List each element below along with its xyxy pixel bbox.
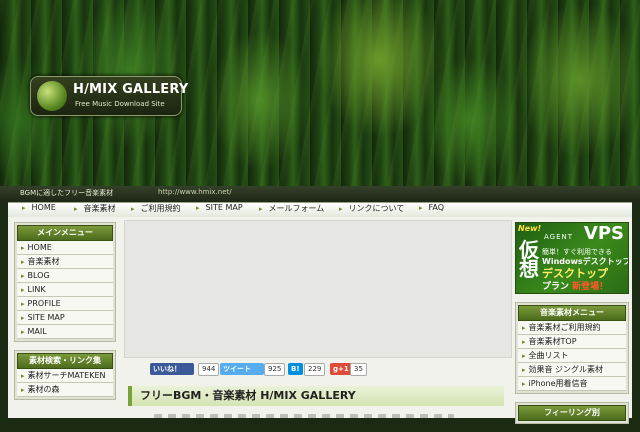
tweet-button[interactable]: ツイート — [220, 363, 264, 375]
menu-item-sound-effects[interactable]: 効果音 ジングル素材 — [518, 363, 626, 377]
logo-title: H/MIX GALLERY — [73, 82, 189, 97]
nav-faq[interactable]: FAQ — [419, 203, 445, 212]
banner-product: VPS — [583, 223, 624, 244]
gplus-count: 35 — [350, 363, 367, 376]
site-tagline: BGMに適したフリー音楽素材 — [20, 189, 114, 197]
banner-brand: AGENT — [544, 233, 574, 241]
menu-item-profile[interactable]: PROFILE — [17, 297, 113, 311]
menu-item-music[interactable]: 音楽素材 — [17, 255, 113, 269]
music-menu-box: 音楽素材メニュー 音楽素材ご利用規約 音楽素材TOP 全曲リスト 効果音 ジング… — [515, 302, 629, 394]
menu-item-mateken[interactable]: 素材サーチMATEKEN — [17, 369, 113, 383]
menu-item-sozai-mori[interactable]: 素材の森 — [17, 383, 113, 397]
menu-item-music-terms[interactable]: 音楽素材ご利用規約 — [518, 321, 626, 335]
search-links-box: 素材検索・リンク集 素材サーチMATEKEN 素材の森 — [14, 350, 116, 400]
facebook-like-count: 944 — [198, 363, 220, 376]
site-logo[interactable]: H/MIX GALLERY Free Music Download Site — [30, 76, 188, 116]
nav-link-policy[interactable]: リンクについて — [339, 203, 405, 214]
content-text-cutoff — [154, 414, 454, 418]
logo-subtitle: Free Music Download Site — [75, 100, 165, 108]
facebook-like-button[interactable]: いいね！ — [150, 363, 194, 375]
feeling-box: フィーリング別 — [515, 402, 629, 424]
hatena-count: 229 — [304, 363, 326, 376]
tweet-count: 925 — [264, 363, 286, 376]
gplus-button[interactable]: g+1 — [330, 363, 352, 375]
menu-item-link[interactable]: LINK — [17, 283, 113, 297]
nav-mailform[interactable]: メールフォーム — [259, 203, 325, 214]
menu-item-all-songs[interactable]: 全曲リスト — [518, 349, 626, 363]
main-menu-box: メインメニュー HOME 音楽素材 BLOG LINK PROFILE SITE… — [14, 222, 116, 342]
menu-item-blog[interactable]: BLOG — [17, 269, 113, 283]
hatena-bookmark-button[interactable]: B! — [288, 363, 303, 375]
main-content: いいね！ 944 ツイート 925 B! 229 g+1 35 フリーBGM・音… — [124, 220, 512, 418]
menu-item-sitemap[interactable]: SITE MAP — [17, 311, 113, 325]
nav-music[interactable]: 音楽素材 — [74, 203, 116, 214]
search-links-title: 素材検索・リンク集 — [17, 353, 113, 369]
nav-sitemap[interactable]: SITE MAP — [196, 203, 243, 212]
music-menu-title: 音楽素材メニュー — [518, 305, 626, 321]
left-sidebar: メインメニュー HOME 音楽素材 BLOG LINK PROFILE SITE… — [14, 222, 116, 408]
page-title: フリーBGM・音楽素材 H/MIX GALLERY — [128, 386, 504, 406]
menu-item-music-top[interactable]: 音楽素材TOP — [518, 335, 626, 349]
banner-line4-plan: プラン — [542, 282, 573, 292]
nav-home[interactable]: HOME — [22, 203, 56, 212]
main-menu-title: メインメニュー — [17, 225, 113, 241]
right-sidebar: New! AGENT VPS 仮想 簡単！すぐ利用できる Windowsデスクト… — [515, 222, 629, 432]
site-url[interactable]: http://www.hmix.net/ — [158, 188, 232, 196]
nav-terms[interactable]: ご利用規約 — [131, 203, 181, 214]
feeling-title: フィーリング別 — [518, 405, 626, 421]
banner-new-label: New! — [518, 224, 542, 233]
globe-icon — [37, 81, 67, 111]
banner-line4-new: 新登場！ — [572, 282, 609, 292]
agent-vps-banner[interactable]: New! AGENT VPS 仮想 簡単！すぐ利用できる Windowsデスクト… — [515, 222, 629, 294]
ad-placeholder — [124, 220, 512, 358]
banner-line4: プラン 新登場！ — [542, 279, 608, 292]
menu-item-home[interactable]: HOME — [17, 241, 113, 255]
banner-big-text: 仮想 — [519, 238, 539, 281]
menu-item-ringtones[interactable]: iPhone用着信音 — [518, 377, 626, 391]
menu-item-mail[interactable]: MAIL — [17, 325, 113, 339]
